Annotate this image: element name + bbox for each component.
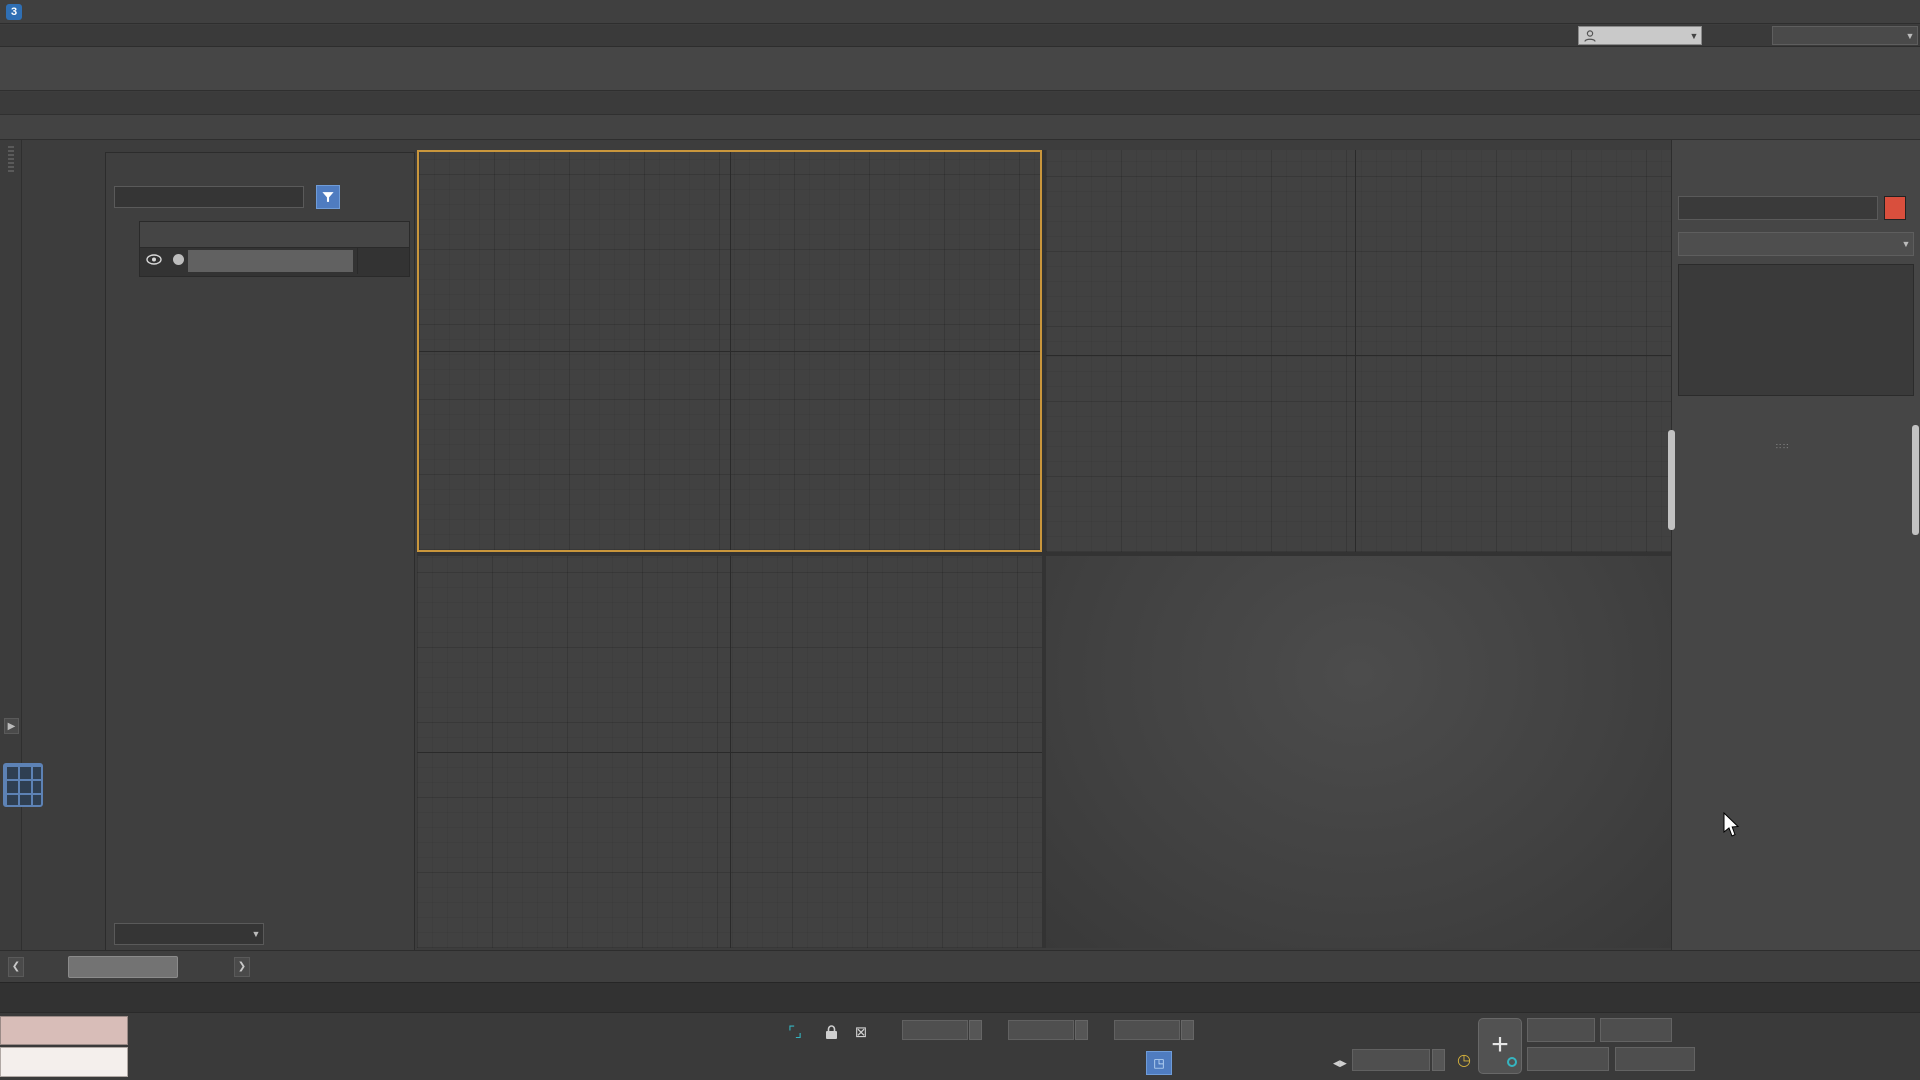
explorer-object-list bbox=[139, 221, 410, 277]
object-name[interactable] bbox=[188, 250, 353, 272]
application-window: 3 ▼ ▼ ▶ bbox=[0, 0, 1920, 1080]
chevron-down-icon: ▼ bbox=[249, 929, 263, 939]
viewport-navigation-cluster bbox=[1712, 1015, 1918, 1077]
main-toolbar bbox=[0, 47, 1920, 91]
key-icon bbox=[1507, 1057, 1517, 1067]
viewport-left[interactable] bbox=[417, 556, 1042, 948]
key-mode-toggle-icon[interactable]: ◀▶ bbox=[1333, 1051, 1347, 1075]
modifier-stack-toolbar bbox=[1678, 402, 1914, 430]
absolute-offset-toggle-icon[interactable]: ⊠ bbox=[848, 1020, 874, 1044]
close-button[interactable] bbox=[1886, 1, 1920, 23]
dock-grip[interactable] bbox=[8, 146, 14, 172]
viewport-area bbox=[417, 150, 1671, 948]
selection-lock-icon[interactable] bbox=[818, 1020, 844, 1044]
funnel-icon bbox=[321, 190, 335, 204]
selected-object-button[interactable] bbox=[1600, 1018, 1672, 1042]
object-name-field[interactable] bbox=[1678, 196, 1878, 220]
x-coord-field[interactable] bbox=[902, 1020, 968, 1040]
mouse-cursor bbox=[1722, 812, 1742, 838]
time-slider-row: ❮ ❯ bbox=[0, 950, 1920, 982]
ribbon-panel-row bbox=[0, 115, 1920, 140]
visibility-eye-icon[interactable] bbox=[140, 254, 168, 268]
next-key-arrow[interactable]: ❯ bbox=[234, 957, 250, 977]
chevron-down-icon: ▼ bbox=[1899, 239, 1913, 249]
freeze-snowflake-icon[interactable] bbox=[357, 248, 409, 274]
panel-scrollbar[interactable] bbox=[1912, 425, 1919, 535]
scene-explorer-grid-icon[interactable] bbox=[3, 763, 43, 807]
explorer-list-header[interactable] bbox=[140, 222, 409, 248]
sign-in-dropdown[interactable]: ▼ bbox=[1578, 26, 1702, 45]
viewport-front[interactable] bbox=[1046, 150, 1671, 552]
z-coord-field[interactable] bbox=[1114, 1020, 1180, 1040]
expand-strip-button[interactable]: ▶ bbox=[4, 718, 19, 734]
explorer-preset-dropdown[interactable]: ▼ bbox=[114, 923, 264, 945]
scene-explorer-panel: ▼ bbox=[105, 152, 415, 952]
status-bar: ⌜⌟ ⊠ ◳ ◀▶ ◷ + bbox=[0, 1012, 1920, 1080]
isolate-toggle-cube-icon[interactable]: ◳ bbox=[1146, 1051, 1172, 1075]
maximize-button[interactable] bbox=[1852, 1, 1886, 23]
track-bar-ruler[interactable] bbox=[0, 982, 1920, 1012]
z-spinner[interactable] bbox=[1181, 1020, 1194, 1040]
frame-spinner[interactable] bbox=[1432, 1049, 1445, 1071]
maxscript-listener-pink[interactable] bbox=[0, 1016, 128, 1045]
object-row-hedra001[interactable] bbox=[140, 248, 409, 274]
chevron-down-icon: ▼ bbox=[1903, 31, 1917, 41]
workspace-dropdown[interactable]: ▼ bbox=[1772, 26, 1918, 45]
top-view-canvas bbox=[419, 152, 1042, 552]
previous-key-arrow[interactable]: ❮ bbox=[8, 957, 24, 977]
geometry-dot-icon bbox=[168, 254, 188, 268]
key-filters-button[interactable] bbox=[1615, 1047, 1695, 1071]
ribbon-tab-bar bbox=[0, 92, 1920, 115]
maxscript-mini-listener[interactable] bbox=[0, 1047, 128, 1077]
time-slider-handle[interactable] bbox=[68, 956, 178, 978]
current-frame-field[interactable] bbox=[1352, 1049, 1430, 1071]
modifier-stack bbox=[1678, 264, 1914, 396]
filter-funnel-button[interactable] bbox=[316, 185, 340, 209]
front-view-canvas bbox=[1046, 150, 1671, 552]
perspective-view-canvas bbox=[1046, 556, 1671, 948]
panel-scrollbar-left[interactable] bbox=[1668, 430, 1675, 530]
user-icon bbox=[1583, 29, 1597, 43]
title-bar: 3 bbox=[0, 0, 1920, 24]
viewport-top[interactable] bbox=[417, 150, 1042, 552]
isolate-selection-icon[interactable]: ⌜⌟ bbox=[782, 1020, 808, 1044]
command-panel: ▼ ∷∷ bbox=[1671, 140, 1920, 1012]
rollout-drag-handle[interactable]: ∷∷ bbox=[1776, 442, 1790, 451]
modifier-list-dropdown[interactable]: ▼ bbox=[1678, 232, 1914, 256]
set-keys-button[interactable]: + bbox=[1478, 1018, 1522, 1074]
minimize-button[interactable] bbox=[1818, 1, 1852, 23]
viewport-perspective[interactable] bbox=[1046, 556, 1671, 948]
time-configuration-icon[interactable]: ◷ bbox=[1452, 1049, 1476, 1073]
rollout-scroll-area: ∷∷ bbox=[1672, 440, 1914, 1000]
left-view-canvas bbox=[417, 556, 1042, 948]
y-coord-field[interactable] bbox=[1008, 1020, 1074, 1040]
y-spinner[interactable] bbox=[1075, 1020, 1088, 1040]
left-dock-strip bbox=[0, 140, 22, 952]
auto-key-button[interactable] bbox=[1527, 1018, 1595, 1042]
chevron-down-icon: ▼ bbox=[1687, 31, 1701, 41]
app-logo-icon[interactable]: 3 bbox=[6, 4, 22, 20]
set-key-button[interactable] bbox=[1527, 1047, 1609, 1071]
x-spinner[interactable] bbox=[969, 1020, 982, 1040]
explorer-search-input[interactable] bbox=[114, 186, 304, 208]
object-color-swatch[interactable] bbox=[1884, 196, 1906, 220]
